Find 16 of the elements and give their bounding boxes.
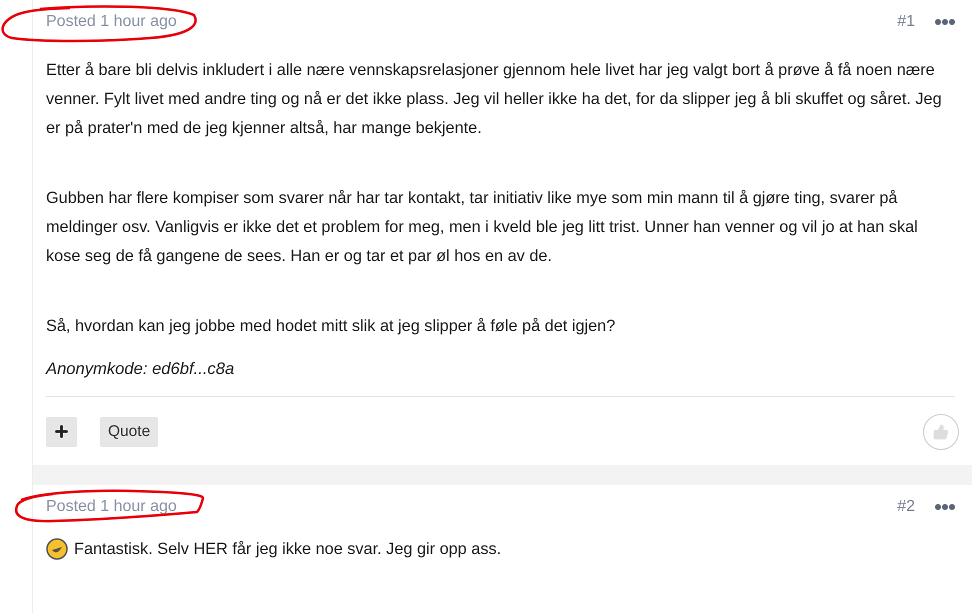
- post-number[interactable]: #2: [897, 494, 915, 519]
- post-timestamp: Posted 1 hour ago: [46, 496, 177, 517]
- quote-button[interactable]: Quote: [100, 416, 158, 447]
- more-options-icon[interactable]: [935, 504, 955, 510]
- post-number[interactable]: #1: [897, 10, 915, 34]
- add-button[interactable]: [46, 416, 77, 447]
- plus-icon: [53, 423, 70, 440]
- laughing-emoji-icon: [46, 538, 68, 560]
- post-paragraph: Gubben har flere kompiser som svarer når har tar kontakt, tar initiativ like mye som min mann til å gjøre ting, svarer på meldinger osv. Vanligvis er ikke det et problem for meg, men i kveld ble jeg litt trist. Unner han venner og vil jo at han skal kose seg de få gangene de sees. Han er og tar et par øl hos en av de.: [46, 188, 919, 267]
- post-signature: Anonymkode: ed6bf...c8a: [46, 358, 236, 380]
- thumbs-up-icon: [933, 424, 949, 440]
- post-paragraph: Så, hvordan kan jeg jobbe med hodet mitt slik at jeg slipper å føle på det igjen?: [46, 316, 616, 337]
- more-options-icon[interactable]: [935, 19, 955, 25]
- post-paragraph: Etter å bare bli delvis inkludert i alle nære vennskapsrelasjoner gjennom hele livet har jeg valgt bort å prøve å få noen nære venner. Fylt livet med andre ting og nå er det ikke plass. Jeg vil heller ikke ha det, for da slipper jeg å bli skuffet og såret. Jeg er på prater'n med de jeg kjenner altså, har mange bekjente.: [46, 60, 943, 139]
- post-timestamp: Posted 1 hour ago: [46, 12, 177, 32]
- post-paragraph: Fantastisk. Selv HER får jeg ikke noe svar. Jeg gir opp ass.: [74, 538, 502, 560]
